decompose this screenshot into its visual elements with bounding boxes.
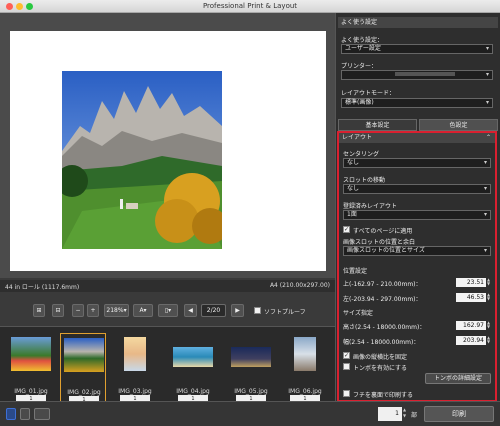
thumbnail-item[interactable]: IMG_01.jpg 1	[8, 333, 54, 403]
crop-marks-checkbox[interactable]	[343, 363, 350, 370]
layout-mode-label: レイアウトモード：	[341, 90, 396, 97]
delete-page-icon[interactable]: ⊟	[52, 304, 64, 317]
height-stepper-icon[interactable]: ▲ ▼	[487, 321, 492, 330]
paper-page	[10, 31, 326, 271]
crop-detail-button[interactable]: トンボの詳細設定	[425, 373, 491, 384]
print-preview	[0, 13, 335, 278]
border-checkbox[interactable]	[343, 390, 350, 397]
zoom-out-icon[interactable]: −	[72, 304, 84, 317]
paper-info: 44 in ロール (1117.6mm)	[5, 284, 80, 291]
left-input[interactable]: 46.53	[456, 293, 486, 302]
favorites-header[interactable]: よく使う設定	[338, 17, 498, 28]
window-title: Professional Print & Layout	[202, 2, 298, 10]
favorites-label: よく使う設定：	[341, 37, 384, 44]
copies-stepper-icon[interactable]: ▲ ▼	[403, 407, 408, 421]
width-stepper-icon[interactable]: ▲ ▼	[487, 336, 492, 345]
settings-tabs: 基本設定 色設定	[338, 119, 498, 131]
centering-select[interactable]: なし ▾	[343, 158, 491, 168]
position-label: 位置設定	[343, 268, 368, 275]
height-input[interactable]: 162.97	[456, 321, 486, 330]
top-stepper-icon[interactable]: ▲ ▼	[487, 278, 492, 287]
thumbnail-item[interactable]: IMG_04.jpg 1	[170, 333, 216, 403]
width-input[interactable]: 203.94	[456, 336, 486, 345]
preview-toolbar: ⊞ ⊟ − + 218%▾ A▾ ▯▾ ◀ 2/20 ▶ ソフトプルーフ	[0, 293, 335, 323]
zoom-in-icon[interactable]: +	[87, 304, 99, 317]
multi-view-icon[interactable]	[34, 408, 50, 420]
next-page-button[interactable]: ▶	[231, 304, 244, 317]
printer-select[interactable]: ▾	[341, 70, 493, 80]
top-input[interactable]: 23.51	[456, 278, 486, 287]
fix-aspect-label: 画像の縦横比を固定	[353, 354, 408, 361]
page-tool-icon[interactable]: ▯▾	[158, 304, 178, 317]
fix-aspect-checkbox[interactable]: ✓	[343, 352, 350, 359]
double-view-icon[interactable]	[20, 408, 30, 420]
thumbnail-item-selected[interactable]: IMG_02.jpg 1	[60, 333, 106, 404]
registered-layout-select[interactable]: 1面 ▾	[343, 210, 491, 220]
crop-marks-label: トンボを有効にする	[353, 365, 408, 372]
slot-position-select[interactable]: 画像スロットの位置とサイズ ▾	[343, 246, 491, 256]
print-button[interactable]: 印刷	[424, 406, 494, 422]
thumbnail-item[interactable]: IMG_03.jpg 1	[112, 333, 158, 403]
favorites-select[interactable]: ユーザー設定 ▾	[341, 44, 493, 54]
tab-color[interactable]: 色設定	[419, 119, 498, 131]
zoom-level[interactable]: 218%▾	[104, 304, 129, 317]
height-label: 高さ(2.54 - 18000.00mm)：	[343, 324, 426, 331]
layout-header[interactable]: レイアウト ⌃	[339, 133, 495, 143]
page-indicator: 2/20	[201, 304, 226, 317]
apply-all-label: すべてのページに適用	[353, 228, 413, 235]
thumbnail-item[interactable]: IMG_05.jpg 1	[228, 333, 274, 403]
border-label: フチを裏面で印刷する	[353, 392, 414, 399]
slot-move-select[interactable]: なし ▾	[343, 184, 491, 194]
tab-basic[interactable]: 基本設定	[338, 119, 417, 131]
main-area: 44 in ロール (1117.6mm) A4 (210.00x297.00) …	[0, 13, 335, 426]
soft-proof-label: ソフトプルーフ	[264, 309, 306, 316]
registered-layout-label: 登録済みレイアウト	[343, 203, 398, 210]
bottom-bar: 1 ▲ ▼ 部 印刷	[0, 401, 500, 426]
slot-position-label: 画像スロットの位置と余白	[343, 239, 416, 246]
copies-unit: 部	[411, 412, 418, 419]
preview-photo[interactable]	[62, 71, 222, 249]
prev-page-button[interactable]: ◀	[184, 304, 197, 317]
single-view-icon[interactable]	[6, 408, 16, 420]
size-label: サイズ指定	[343, 310, 373, 317]
slot-move-label: スロットの移動	[343, 177, 386, 184]
centering-label: センタリング	[343, 151, 380, 158]
apply-all-checkbox[interactable]: ✓	[343, 226, 350, 233]
printer-label: プリンター：	[341, 63, 378, 70]
thumbnail-item[interactable]: IMG_06.jpg 1	[282, 333, 328, 403]
title-bar: Professional Print & Layout	[0, 0, 500, 13]
layout-panel: レイアウト ⌃ センタリング なし ▾ スロットの移動 なし ▾ 登録済みレイアウト …	[337, 131, 497, 402]
size-info: A4 (210.00x297.00)	[269, 282, 330, 289]
left-stepper-icon[interactable]: ▲ ▼	[487, 293, 492, 302]
soft-proof-checkbox[interactable]	[254, 307, 261, 314]
info-bar: 44 in ロール (1117.6mm) A4 (210.00x297.00)	[0, 280, 335, 292]
add-page-icon[interactable]: ⊞	[33, 304, 45, 317]
left-label: 左(-203.94 - 297.00mm)：	[343, 296, 422, 303]
text-tool-icon[interactable]: A▾	[133, 304, 153, 317]
copies-input[interactable]: 1	[378, 407, 402, 421]
collapse-icon: ⌃	[485, 134, 491, 141]
width-label: 幅(2.54 - 18000.00mm)：	[343, 339, 420, 346]
top-label: 上(-162.97 - 210.00mm)：	[343, 281, 422, 288]
layout-mode-select[interactable]: 標準(画像) ▾	[341, 98, 493, 108]
